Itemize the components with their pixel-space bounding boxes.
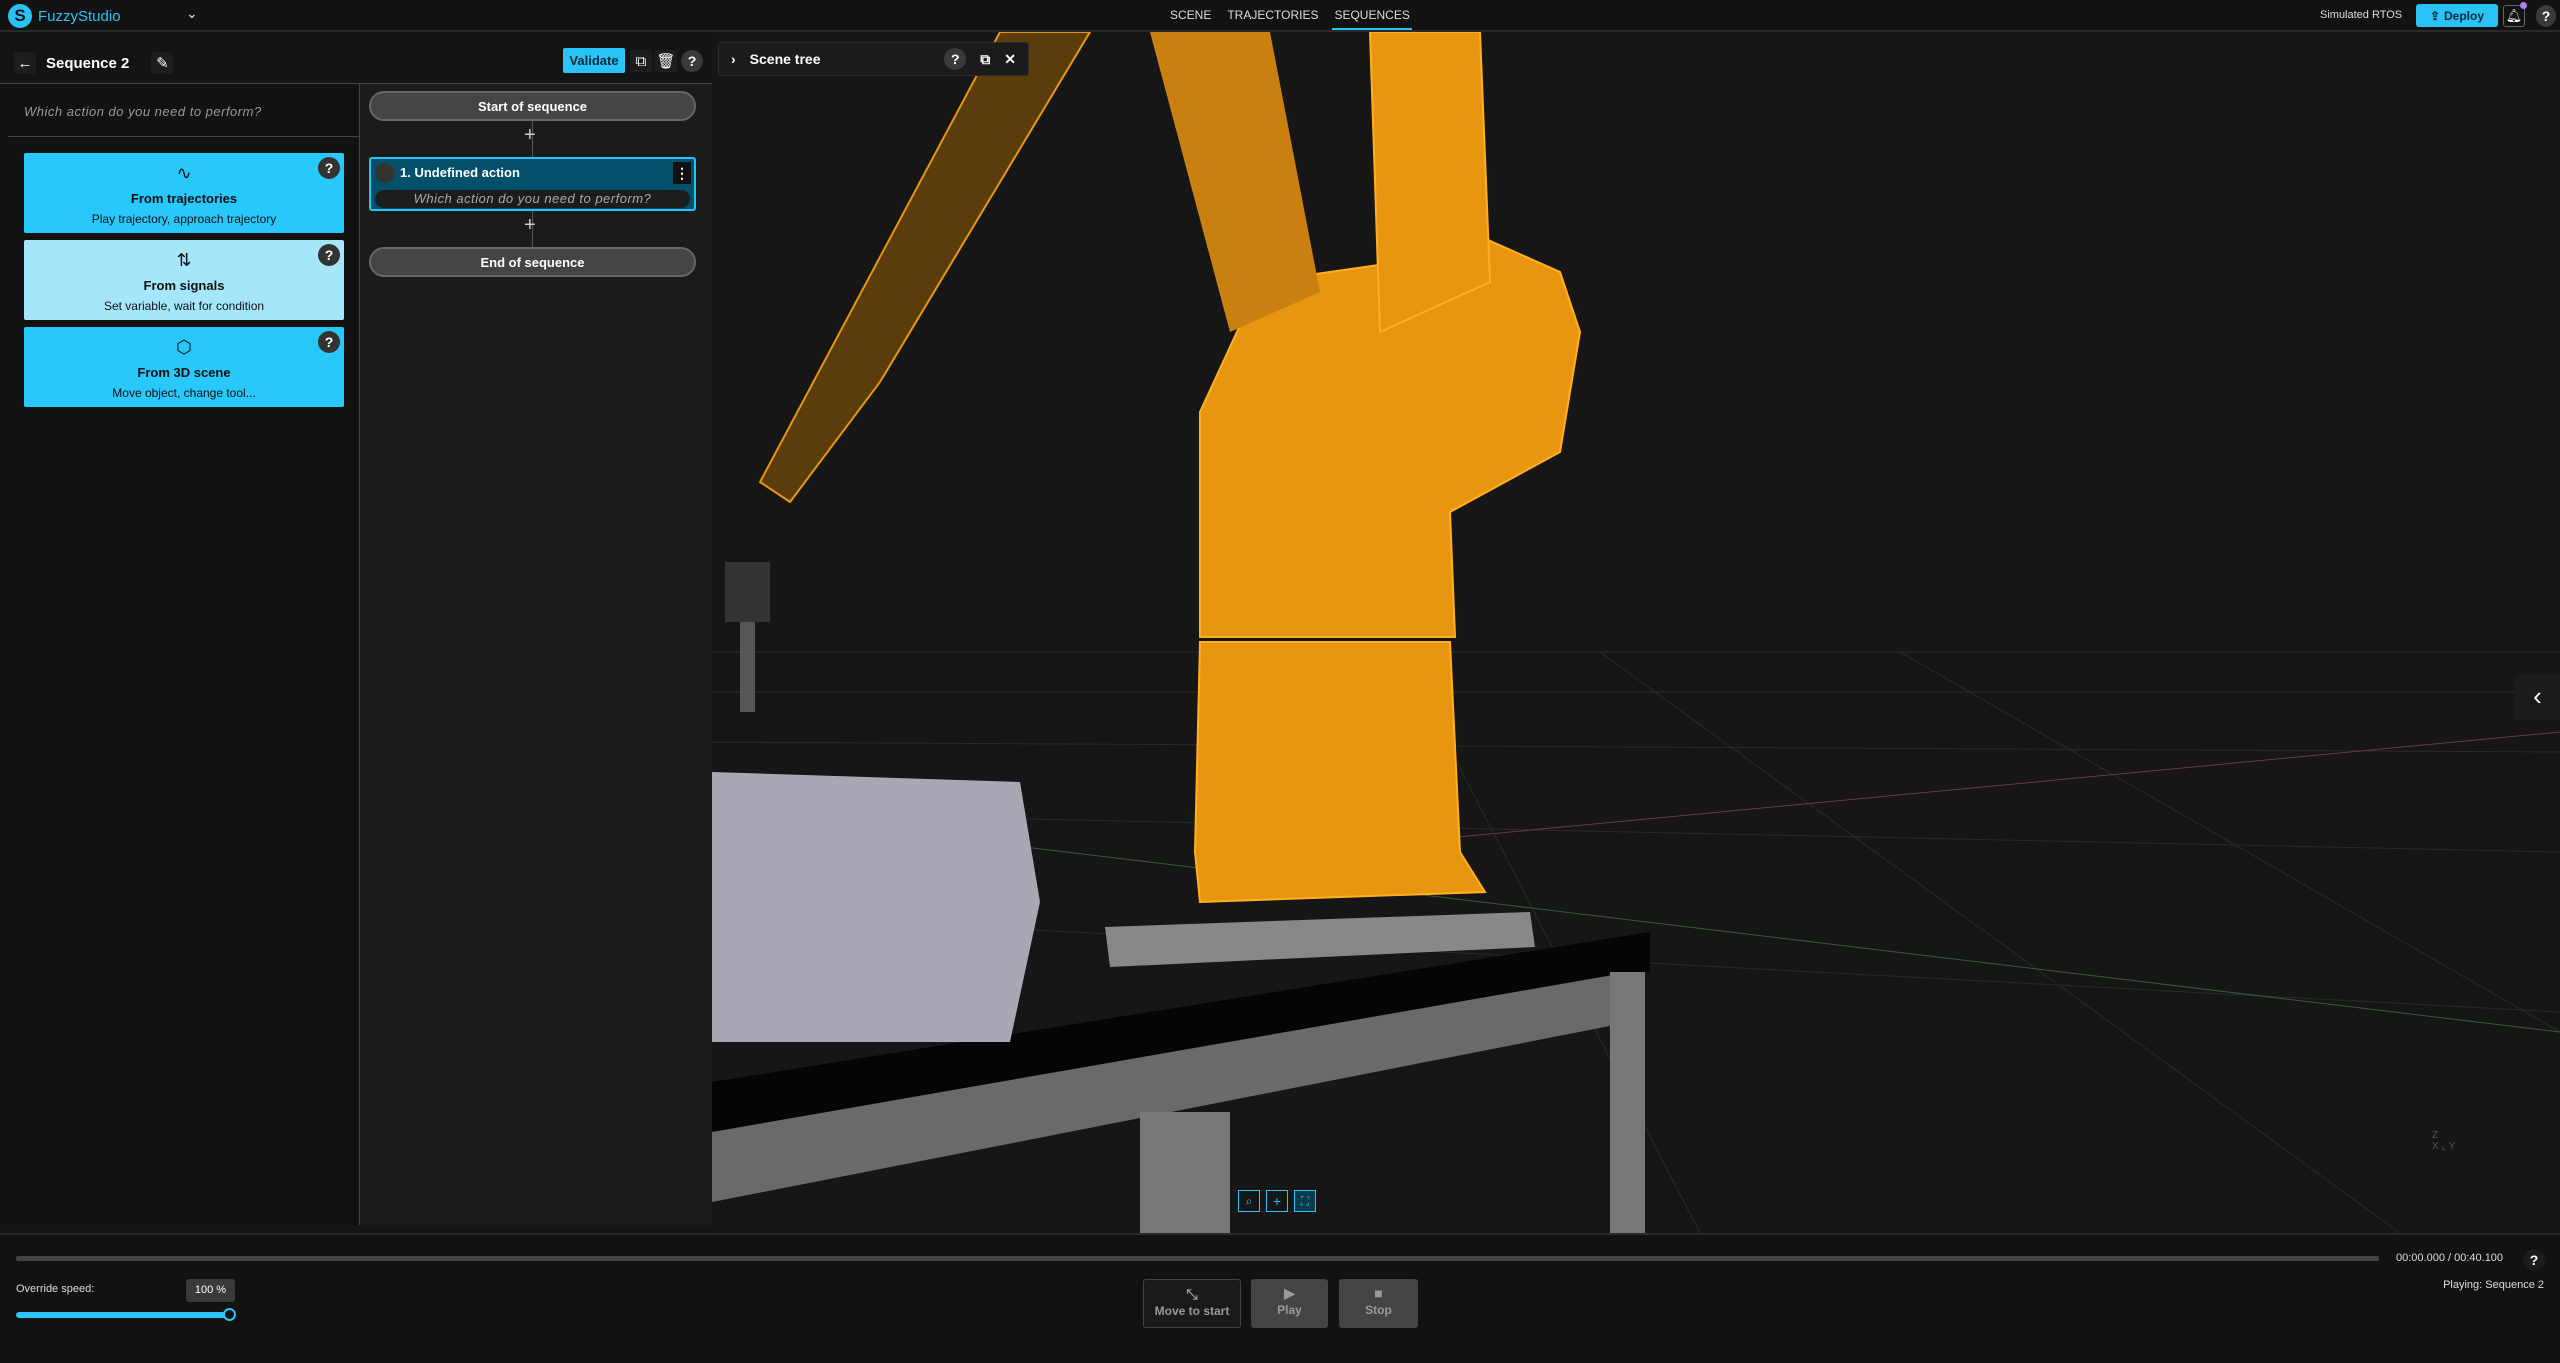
move-to-start-icon: ⤡ [1186, 1286, 1198, 1302]
add-step-button[interactable]: + [524, 214, 536, 237]
robot-arm-link [1150, 32, 1320, 332]
step-status-icon [375, 163, 395, 183]
edit-pencil-icon[interactable]: ✎ [151, 52, 174, 74]
sequence-title: Sequence 2 [46, 54, 130, 72]
scene-tree-header[interactable]: › Scene tree ? ⧉ ✕ [718, 42, 1029, 76]
trash-icon[interactable]: 🗑︎ [655, 50, 677, 72]
popout-icon[interactable]: ⧉ [980, 51, 990, 68]
playback-time: 00:00.000 / 00:40.100 [2396, 1252, 2504, 1264]
duplicate-icon[interactable]: ⧉ [630, 50, 652, 72]
play-button[interactable]: ▶ Play [1251, 1279, 1328, 1328]
close-icon[interactable]: ✕ [1004, 51, 1016, 68]
help-icon[interactable]: ? [318, 157, 340, 179]
step-label: 1. Undefined action [400, 165, 520, 180]
engine-block [712, 772, 1040, 1042]
tool-tip [740, 622, 755, 712]
tab-trajectories[interactable]: TRAJECTORIES [1225, 0, 1320, 30]
top-bar: S FuzzyStudio ⌄ SCENE TRAJECTORIES SEQUE… [0, 0, 2560, 32]
app-logo[interactable]: S FuzzyStudio [8, 4, 121, 28]
more-vertical-icon[interactable]: ⋮ [673, 162, 691, 184]
speed-slider-handle[interactable] [223, 1308, 236, 1321]
card-subtitle: Play trajectory, approach trajectory [91, 212, 277, 226]
main-nav: SCENE TRAJECTORIES SEQUENCES [1168, 0, 1412, 30]
speed-slider-fill [16, 1312, 229, 1318]
axis-gizmo: ZX ⌞ Y [2432, 1130, 2456, 1152]
action-prompt: Which action do you need to perform? [24, 104, 262, 119]
chevron-down-icon[interactable]: ⌄ [186, 5, 198, 22]
tab-scene[interactable]: SCENE [1168, 0, 1213, 30]
table-leg [1610, 972, 1645, 1233]
button-label: Play [1277, 1303, 1302, 1317]
playback-help[interactable]: ? [2523, 1249, 2545, 1271]
card-from-3d-scene[interactable]: ⬡ From 3D scene Move object, change tool… [24, 327, 344, 407]
frame-icon[interactable]: ⛶ [1294, 1190, 1316, 1212]
tool-flange [725, 562, 770, 622]
scene-tree-help[interactable]: ? [944, 48, 967, 70]
card-title: From 3D scene [137, 365, 231, 380]
app-name: FuzzyStudio [38, 7, 121, 25]
signals-icon: ⇅ [176, 250, 192, 270]
divider [8, 136, 360, 137]
robot-base-plate [1105, 912, 1535, 967]
speed-value-field[interactable]: 100 % [186, 1279, 235, 1302]
end-of-sequence[interactable]: End of sequence [369, 247, 696, 277]
card-from-signals[interactable]: ⇅ From signals Set variable, wait for co… [24, 240, 344, 320]
add-icon[interactable]: + [1266, 1190, 1288, 1212]
playing-status: Playing: Sequence 2 [2443, 1279, 2544, 1291]
robot-upper-arm [1368, 31, 1492, 334]
card-from-trajectories[interactable]: ∿ From trajectories Play trajectory, app… [24, 153, 344, 233]
card-subtitle: Set variable, wait for condition [103, 299, 265, 313]
start-of-sequence[interactable]: Start of sequence [369, 91, 696, 121]
zoom-icon[interactable]: ⌕ [1238, 1190, 1260, 1212]
x-axis-line [1299, 731, 2560, 853]
card-title: From signals [143, 278, 225, 293]
card-subtitle: Move object, change tool... [112, 386, 256, 400]
stop-icon: ■ [1374, 1285, 1383, 1301]
override-speed-label: Override speed: [16, 1283, 95, 1295]
validate-button[interactable]: Validate [563, 48, 625, 73]
robot-forearm-ghost [758, 31, 1092, 504]
timeline-slider[interactable] [16, 1256, 2379, 1261]
runtime-label[interactable]: Simulated RTOS [2320, 9, 2402, 21]
upload-icon: ⇪ [2429, 8, 2441, 23]
table-leg [1140, 1112, 1230, 1233]
trajectory-icon: ∿ [176, 163, 192, 183]
help-icon[interactable]: ? [318, 244, 340, 266]
play-icon: ▶ [1284, 1285, 1295, 1301]
step-action-input[interactable]: Which action do you need to perform? [375, 190, 690, 208]
move-to-start-button[interactable]: ⤡ Move to start [1143, 1279, 1241, 1328]
sequence-help-button[interactable]: ? [681, 50, 703, 72]
cube-icon: ⬡ [176, 337, 192, 357]
stop-button[interactable]: ■ Stop [1339, 1279, 1418, 1328]
robot-base [1193, 641, 1487, 904]
chevron-left-icon[interactable]: ‹ [2515, 674, 2560, 720]
add-step-button[interactable]: + [524, 124, 536, 147]
card-title: From trajectories [130, 191, 238, 206]
back-arrow-icon[interactable]: ← [14, 52, 36, 74]
sequence-header: ← Sequence 2 ✎ [14, 48, 174, 78]
tab-sequences[interactable]: SEQUENCES [1332, 0, 1412, 30]
notification-badge [2520, 2, 2527, 9]
logo-icon: S [8, 4, 32, 28]
chevron-right-icon[interactable]: › [731, 51, 736, 67]
speed-slider[interactable] [16, 1312, 229, 1318]
viewport-toolbar: ⌕ + ⛶ [1238, 1190, 1316, 1212]
help-icon[interactable]: ? [318, 331, 340, 353]
button-label: Move to start [1154, 1304, 1230, 1318]
scene-tree-title: Scene tree [749, 51, 821, 67]
help-button[interactable]: ? [2536, 5, 2556, 27]
deploy-label: Deploy [2444, 8, 2485, 23]
button-label: Stop [1365, 1303, 1392, 1317]
deploy-button[interactable]: ⇪ Deploy [2416, 4, 2498, 27]
step-undefined-action[interactable]: 1. Undefined action ⋮ Which action do yo… [369, 157, 696, 211]
